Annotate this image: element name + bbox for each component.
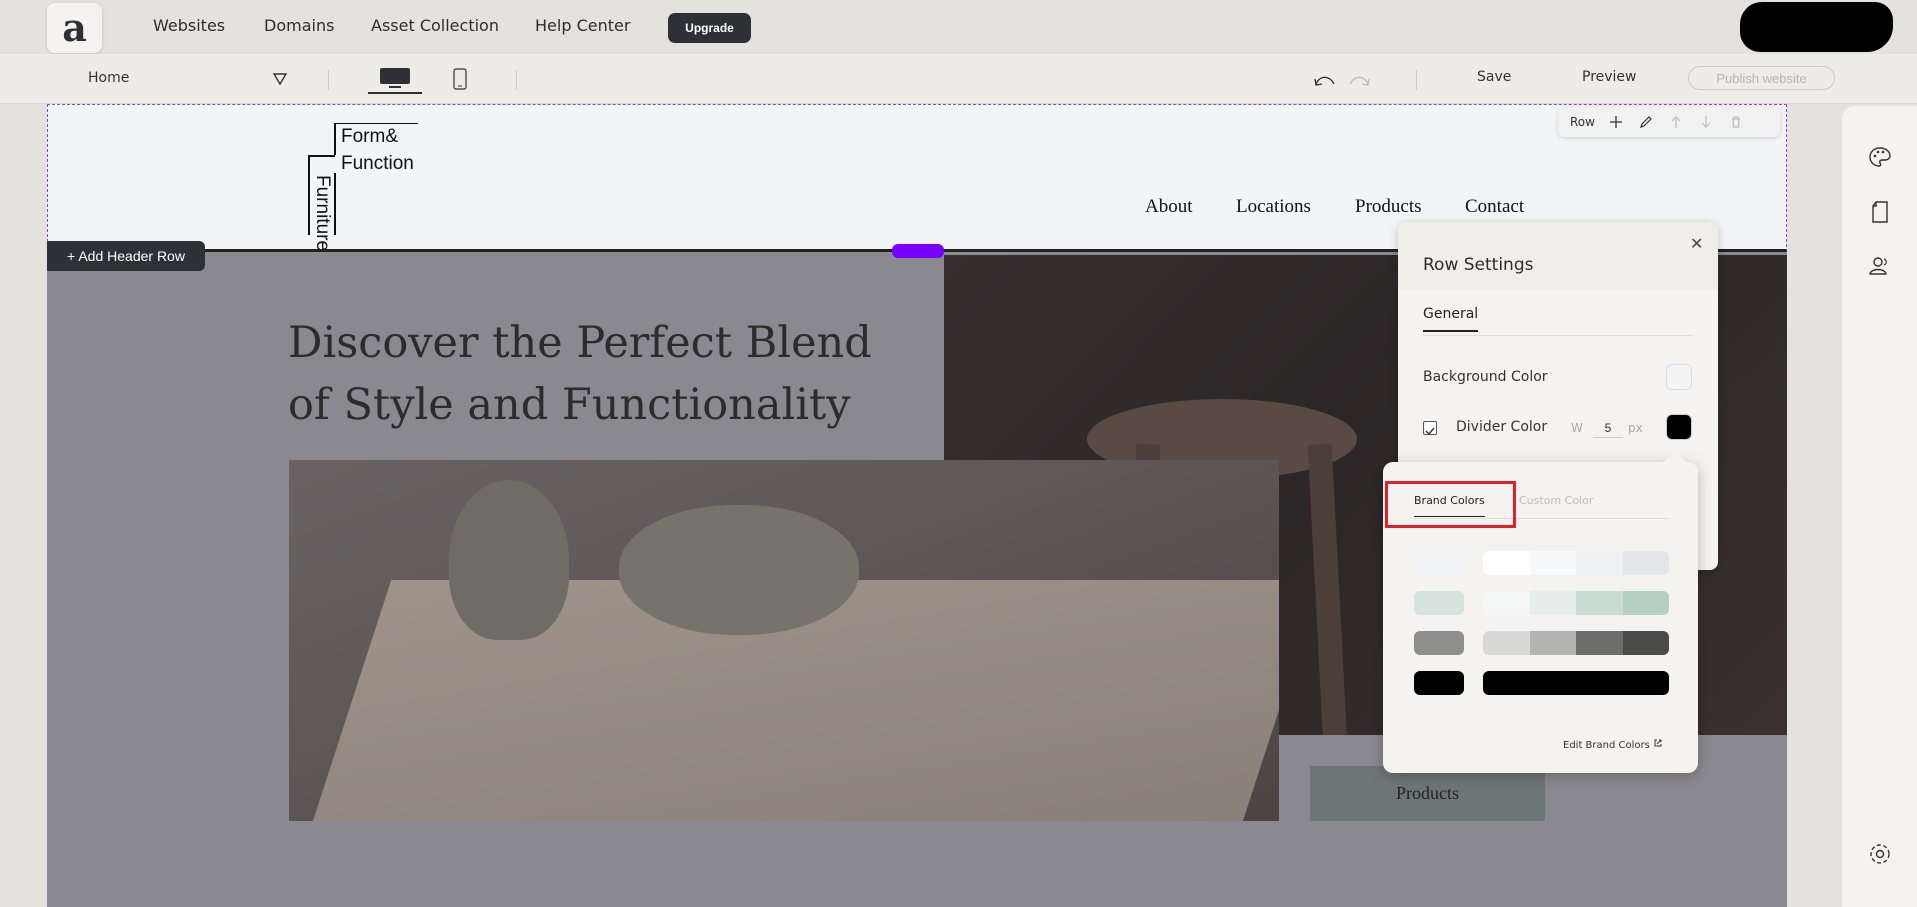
menu-locations[interactable]: Locations <box>1236 196 1311 218</box>
triangle-down-icon[interactable] <box>272 72 288 86</box>
divider <box>516 70 517 90</box>
plus-icon[interactable] <box>1609 115 1623 129</box>
save-button[interactable]: Save <box>1477 69 1511 85</box>
pencil-icon[interactable] <box>1639 115 1653 129</box>
color-shade-swatch[interactable] <box>1483 631 1530 655</box>
app-logo[interactable]: a <box>47 3 102 53</box>
row-label: Row <box>1570 115 1595 129</box>
editor-toolbar: Home Save Preview Publish website <box>0 54 1917 104</box>
vase-shape <box>619 505 859 635</box>
page-selector[interactable]: Home <box>88 70 129 86</box>
tab-underline <box>1423 335 1693 336</box>
check-icon <box>1425 427 1435 436</box>
logo-line <box>308 155 310 235</box>
logo-line <box>334 123 336 155</box>
arrow-up-icon[interactable] <box>1669 115 1683 129</box>
add-header-row-button[interactable]: + Add Header Row <box>47 241 205 271</box>
mobile-view-button[interactable] <box>448 64 472 94</box>
color-shade-swatch[interactable] <box>1576 551 1623 575</box>
color-shade-swatch[interactable] <box>1529 671 1576 695</box>
gear-icon[interactable] <box>1868 842 1892 866</box>
background-color-label: Background Color <box>1423 369 1548 385</box>
close-icon[interactable]: ✕ <box>1690 234 1706 253</box>
color-shade-swatch[interactable] <box>1576 671 1623 695</box>
redo-icon[interactable] <box>1347 72 1371 88</box>
nav-websites[interactable]: Websites <box>153 16 225 35</box>
nav-domains[interactable]: Domains <box>264 16 334 35</box>
brand-color-swatch[interactable] <box>1414 551 1464 575</box>
menu-about[interactable]: About <box>1145 196 1193 218</box>
preview-button[interactable]: Preview <box>1582 69 1637 85</box>
desktop-icon <box>380 68 410 88</box>
color-shade-swatch[interactable] <box>1622 671 1669 695</box>
divider-color-swatch[interactable] <box>1666 414 1692 440</box>
menu-contact[interactable]: Contact <box>1465 196 1524 218</box>
menu-products[interactable]: Products <box>1355 196 1422 218</box>
logo-line <box>308 155 335 157</box>
color-shade-swatch[interactable] <box>1529 591 1576 615</box>
color-shade-swatch[interactable] <box>1622 551 1669 575</box>
undo-icon[interactable] <box>1313 72 1337 88</box>
vase-shape <box>449 480 569 640</box>
external-link-icon <box>1654 739 1662 747</box>
color-shade-swatch[interactable] <box>1529 551 1576 575</box>
color-shade-swatch[interactable] <box>1622 631 1669 655</box>
divider-width-input[interactable] <box>1593 418 1623 438</box>
trash-icon[interactable] <box>1729 115 1743 129</box>
mobile-icon <box>453 68 467 90</box>
row-toolbar: Row <box>1558 107 1780 137</box>
products-button[interactable]: Products <box>1310 766 1545 821</box>
publish-website-button[interactable]: Publish website <box>1688 66 1835 90</box>
color-shade-swatch[interactable] <box>1576 631 1623 655</box>
edit-brand-colors-link[interactable]: Edit Brand Colors <box>1563 738 1663 751</box>
color-shade-swatch[interactable] <box>1483 671 1530 695</box>
hero-product-image[interactable] <box>289 460 1279 821</box>
color-shade-swatch[interactable] <box>1622 591 1669 615</box>
right-sidebar <box>1842 106 1917 907</box>
edit-brand-colors-label: Edit Brand Colors <box>1563 740 1650 751</box>
top-navigation: a Websites Domains Asset Collection Help… <box>0 0 1917 54</box>
divider-checkbox[interactable] <box>1423 421 1437 436</box>
brand-color-swatch[interactable] <box>1414 631 1464 655</box>
brand-color-scale <box>1483 631 1669 655</box>
brand-vertical-text: Furniture <box>312 175 333 252</box>
hero-title[interactable]: Discover the Perfect Blend of Style and … <box>288 312 908 436</box>
palette-icon[interactable] <box>1868 146 1892 170</box>
background-color-swatch[interactable] <box>1666 364 1692 390</box>
color-shade-swatch[interactable] <box>1529 631 1576 655</box>
row-resize-handle[interactable] <box>892 244 944 258</box>
tab-custom-color[interactable]: Custom Color <box>1519 494 1593 507</box>
upgrade-button[interactable]: Upgrade <box>668 13 751 43</box>
nav-help-center[interactable]: Help Center <box>535 16 630 35</box>
page-icon[interactable] <box>1868 200 1892 224</box>
brand-line2: Function <box>341 153 414 174</box>
width-label: W <box>1571 421 1583 435</box>
tab-general[interactable]: General <box>1423 306 1479 332</box>
users-icon[interactable] <box>1868 254 1892 278</box>
brand-color-swatch[interactable] <box>1414 591 1464 615</box>
nav-asset-collection[interactable]: Asset Collection <box>371 16 499 35</box>
logo-line <box>334 123 418 124</box>
color-picker-popover: Brand Colors Custom Color Edit Brand Col… <box>1383 450 1698 773</box>
logo-line <box>334 173 336 235</box>
brand-color-scale <box>1483 591 1669 615</box>
desktop-view-button[interactable] <box>368 64 422 94</box>
redacted-avatar[interactable] <box>1740 2 1893 52</box>
row-settings-title: Row Settings <box>1423 255 1534 275</box>
color-shade-swatch[interactable] <box>1483 591 1530 615</box>
divider-color-label: Divider Color <box>1456 419 1548 435</box>
divider <box>1416 70 1417 90</box>
app-logo-letter: a <box>62 5 87 50</box>
color-shade-swatch[interactable] <box>1483 551 1530 575</box>
color-shade-swatch[interactable] <box>1576 591 1623 615</box>
highlight-box <box>1385 481 1516 528</box>
brand-logo[interactable]: Form& Function Furniture <box>308 123 428 252</box>
brand-line1: Form& <box>341 126 398 147</box>
brand-color-scale <box>1483 551 1669 575</box>
brand-color-scale <box>1483 671 1669 695</box>
brand-color-swatch[interactable] <box>1414 671 1464 695</box>
divider <box>328 70 329 90</box>
arrow-down-icon[interactable] <box>1699 115 1713 129</box>
width-unit-label: px <box>1628 421 1643 435</box>
